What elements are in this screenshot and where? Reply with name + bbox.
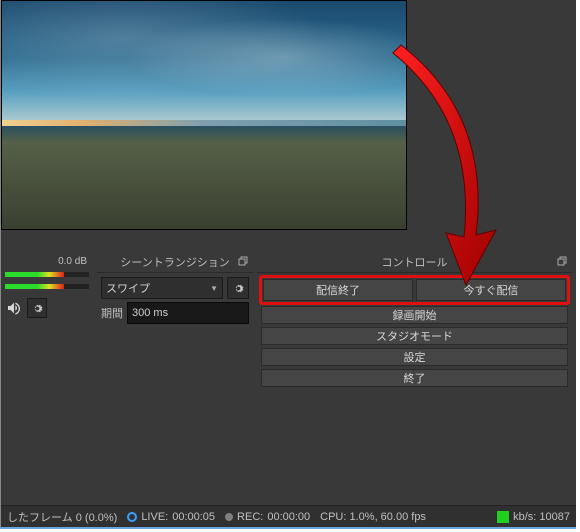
panels-row: 0.0 dB シーントランジション	[1, 248, 576, 504]
live-indicator-icon	[127, 512, 137, 522]
audio-mixer-panel: 0.0 dB	[1, 252, 93, 504]
start-recording-button[interactable]: 録画開始	[261, 306, 568, 324]
audio-settings-gear-icon[interactable]	[27, 298, 47, 318]
audio-level-db: 0.0 dB	[5, 256, 89, 267]
dropped-frames: したフレーム 0 (0.0%)	[7, 509, 117, 525]
rec-indicator-icon	[225, 513, 233, 521]
panel-title: シーントランジション	[120, 254, 229, 270]
scene-transitions-panel: シーントランジション スワイプ ▼ 期間	[97, 252, 253, 504]
stream-health-icon	[497, 511, 509, 523]
stream-now-button[interactable]: 今すぐ配信	[416, 279, 566, 301]
settings-button[interactable]: 設定	[261, 348, 568, 366]
bitrate-value: kb/s: 10087	[513, 511, 570, 523]
cpu-fps: CPU: 1.0%, 60.00 fps	[320, 511, 426, 523]
speaker-icon[interactable]	[5, 299, 23, 317]
preview-area	[1, 0, 407, 230]
panel-header-controls: コントロール	[257, 252, 572, 273]
chevron-down-icon: ▼	[210, 284, 218, 293]
audio-meter	[5, 272, 89, 277]
panel-header-transitions: シーントランジション	[97, 252, 253, 273]
popout-icon[interactable]	[237, 255, 249, 267]
status-bar: したフレーム 0 (0.0%) LIVE: 00:00:05 REC: 00:0…	[1, 505, 576, 527]
stream-buttons-highlight: 配信終了 今すぐ配信	[259, 275, 570, 305]
studio-mode-button[interactable]: スタジオモード	[261, 327, 568, 345]
exit-button[interactable]: 終了	[261, 369, 568, 387]
popout-icon[interactable]	[556, 255, 568, 267]
duration-value: 300 ms	[132, 307, 168, 319]
rec-label: REC:	[237, 511, 263, 523]
live-time: 00:00:05	[172, 511, 215, 523]
rec-status: REC: 00:00:00	[225, 511, 310, 523]
duration-label: 期間	[101, 305, 123, 321]
live-status: LIVE: 00:00:05	[127, 511, 215, 523]
stop-streaming-button[interactable]: 配信終了	[263, 279, 413, 301]
audio-meter	[5, 284, 89, 289]
live-label: LIVE:	[141, 511, 168, 523]
bitrate-status: kb/s: 10087	[497, 511, 570, 523]
transition-effect-select[interactable]: スワイプ ▼	[101, 277, 223, 299]
transition-settings-gear-icon[interactable]	[227, 277, 249, 299]
rec-time: 00:00:00	[267, 511, 310, 523]
controls-panel: コントロール 配信終了 今すぐ配信 録画開始 スタジオモード 設定 終了	[257, 252, 572, 504]
app-window: 0.0 dB シーントランジション	[0, 0, 576, 529]
panel-title: コントロール	[382, 254, 448, 270]
duration-input[interactable]: 300 ms	[127, 302, 249, 324]
select-value: スワイプ	[106, 280, 150, 296]
